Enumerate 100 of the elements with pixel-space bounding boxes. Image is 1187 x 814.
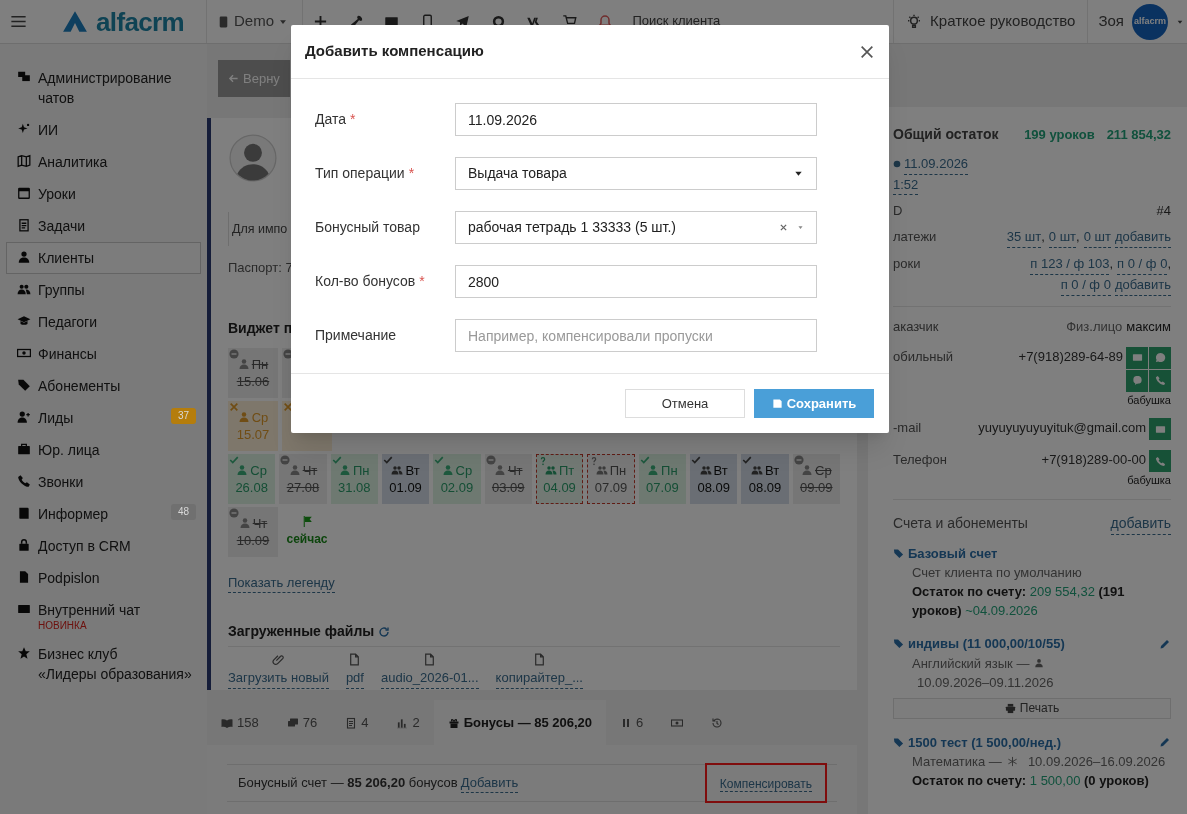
contact-action-button[interactable] <box>1149 346 1171 369</box>
clear-icon[interactable] <box>779 223 788 232</box>
value-link[interactable]: 0 шт <box>1083 227 1111 248</box>
pencil-icon[interactable] <box>1159 637 1171 650</box>
select-field[interactable]: Выдача товара <box>455 157 817 190</box>
lesson-tile[interactable]: Пт 04.09 <box>535 453 584 504</box>
contact-action-button[interactable] <box>1149 369 1171 392</box>
add-link[interactable]: Добавить <box>460 772 519 794</box>
field-label: Бонусный товар <box>315 218 420 237</box>
value-link[interactable]: добавить <box>1114 275 1171 296</box>
value-link[interactable]: п 0 / ф 0 <box>1060 275 1111 296</box>
contact-note: бабушка <box>1127 392 1171 408</box>
document-icon <box>348 653 362 666</box>
lesson-tile[interactable]: Ср 15.07 <box>228 400 278 451</box>
sidebar-item[interactable]: Бизнес клуб «Лидеры образования» <box>6 638 201 690</box>
lesson-tile[interactable]: Ср 02.09 <box>433 453 481 504</box>
save-button[interactable]: Сохранить <box>754 389 874 418</box>
banknote-icon <box>17 346 31 360</box>
close-icon[interactable] <box>859 43 875 60</box>
lesson-tile[interactable]: Чт 03.09 <box>484 453 532 504</box>
input-field[interactable]: Например, компенсировали пропуски <box>455 319 817 352</box>
subject-label: Математика — <box>912 753 1002 771</box>
lesson-tile[interactable]: Пн 15.06 <box>228 347 278 398</box>
sidebar-item[interactable]: Клиенты <box>6 242 201 274</box>
sidebar-item[interactable]: Лиды 37 <box>6 402 201 434</box>
user-name[interactable]: Зоя <box>1098 10 1124 33</box>
user-avatar[interactable]: alfacrm <box>1132 3 1168 40</box>
lesson-tile[interactable]: Вт 01.09 <box>381 453 430 504</box>
section-title: Виджет п <box>228 318 293 338</box>
lesson-tile[interactable]: Вт 08.09 <box>690 453 738 504</box>
logo-text[interactable]: alfacrm <box>96 8 184 35</box>
account-title[interactable]: 1500 тест (1 500,00/нед.) <box>908 732 1061 752</box>
refresh-icon[interactable] <box>378 625 391 638</box>
lesson-tile[interactable]: Чт 27.08 <box>279 453 327 504</box>
balance-text: Остаток по счету: 209 554,32 (191 уроков) ~04.09.2026 <box>912 583 1126 620</box>
tab[interactable]: 76 <box>272 700 332 745</box>
sidebar-item[interactable]: Podpislon <box>6 562 201 594</box>
tab[interactable]: Бонусы — 85 206,20 <box>433 700 607 745</box>
lesson-tile[interactable]: Ср 09.09 <box>792 453 840 504</box>
value-link[interactable]: 35 шт <box>1006 227 1042 248</box>
tab[interactable]: 2 <box>382 700 434 745</box>
tab[interactable]: 4 <box>331 700 383 745</box>
sidebar-item[interactable]: Уроки <box>6 178 201 210</box>
lessons-count: 199 уроков <box>1024 125 1095 144</box>
combo-field[interactable]: рабочая тетрадь 1 33333 (5 шт.) <box>455 211 817 244</box>
cancel-button[interactable]: Отмена <box>625 389 745 418</box>
add-link[interactable]: добавить <box>1110 512 1171 535</box>
contact-action-button[interactable] <box>1149 450 1171 472</box>
branch-dropdown[interactable]: Demo <box>217 10 288 33</box>
contact-action-button[interactable] <box>1126 369 1148 392</box>
sidebar-item[interactable]: Информер 48 <box>6 498 201 530</box>
value-link[interactable]: 0 шт <box>1048 227 1077 248</box>
legend-link[interactable]: Показать легенду <box>228 572 335 593</box>
required-mark: * <box>350 110 356 129</box>
guide-button[interactable]: Краткое руководство <box>893 0 1088 43</box>
sidebar-item[interactable]: ИИ <box>6 114 201 146</box>
search-field[interactable]: Поиск клиента <box>632 7 883 33</box>
account-title[interactable]: индивы (11 000,00/10/55) <box>908 634 1065 654</box>
sidebar-item[interactable]: Группы <box>6 274 201 306</box>
sidebar-item[interactable]: Администрирование чатов <box>6 62 201 114</box>
lesson-tile[interactable]: Чт 10.09 <box>228 506 278 557</box>
contact-action-button[interactable] <box>1149 418 1171 440</box>
contact-value: +7(918)289-00-00 <box>1041 451 1146 469</box>
sidebar-item[interactable]: Внутренний чат НОВИНКА <box>6 594 201 638</box>
account-title[interactable]: Базовый счет <box>908 543 998 563</box>
lesson-tile[interactable]: Вт 08.09 <box>741 453 789 504</box>
date-link[interactable]: 11.09.2026 <box>904 154 969 175</box>
file-link[interactable]: audio_2026-01... <box>380 668 479 689</box>
input-field[interactable]: 11.09.2026 <box>455 103 817 136</box>
input-field[interactable]: 2800 <box>455 265 817 298</box>
field-label: Дата <box>315 110 346 129</box>
lesson-tile[interactable]: Пн 07.09 <box>638 453 687 504</box>
time-link[interactable]: 1:52 <box>893 174 919 195</box>
sidebar-item[interactable]: Доступ в CRM <box>6 530 201 562</box>
tab[interactable]: 6 <box>606 700 658 745</box>
sidebar-item[interactable]: Педагоги <box>6 306 201 338</box>
sidebar-item[interactable]: Абонементы <box>6 370 201 402</box>
sidebar-item[interactable]: Звонки <box>6 466 201 498</box>
value-link[interactable]: добавить <box>1114 227 1171 248</box>
print-button[interactable]: Печать <box>893 697 1171 719</box>
tab[interactable]: 158 <box>207 700 273 745</box>
sidebar-item[interactable]: Задачи <box>6 210 201 242</box>
upload-link[interactable]: Загрузить новый <box>228 668 329 689</box>
date-label: 10.09 <box>236 531 270 549</box>
file-link[interactable]: копирайтер_... <box>495 668 583 689</box>
weekday-label: Вт <box>764 461 780 479</box>
compensate-link[interactable]: Компенсировать <box>719 777 812 792</box>
sidebar-item[interactable]: Аналитика <box>6 146 201 178</box>
file-link[interactable]: pdf <box>345 668 364 689</box>
sidebar-item[interactable]: Юр. лица <box>6 434 201 466</box>
lesson-tile[interactable]: Пн 31.08 <box>330 453 378 504</box>
lesson-tile[interactable]: Пн 07.09 <box>587 453 635 504</box>
lesson-tile[interactable]: Ср 26.08 <box>228 453 276 504</box>
pencil-icon[interactable] <box>1159 736 1171 749</box>
weekday-label: Ср <box>455 461 473 479</box>
tag-icon <box>893 736 904 748</box>
date-label: 08.09 <box>748 478 782 496</box>
contact-action-button[interactable] <box>1126 346 1148 369</box>
check-icon <box>331 454 342 465</box>
sidebar-item[interactable]: Финансы <box>6 338 201 370</box>
